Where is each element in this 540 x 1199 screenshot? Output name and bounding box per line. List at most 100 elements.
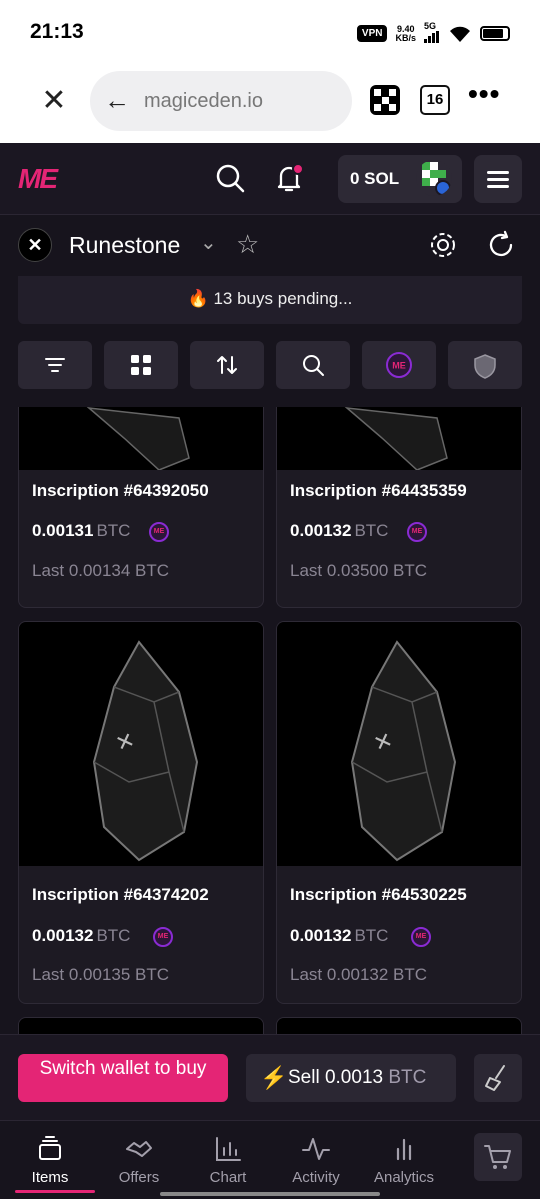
item-price-value: 0.00132 [290, 521, 352, 540]
item-price: 0.00132 BTC [290, 521, 388, 541]
item-name: Inscription #64435359 [290, 481, 467, 500]
extension-icon[interactable] [370, 85, 400, 115]
wifi-icon [450, 26, 470, 42]
sort-icon [217, 356, 237, 374]
filter-button[interactable] [18, 341, 92, 389]
wallet-avatar [416, 160, 452, 196]
magic-eden-logo[interactable]: ME [18, 163, 58, 195]
nav-activity[interactable]: Activity [271, 1121, 361, 1191]
refresh-icon[interactable] [486, 230, 516, 260]
search-icon[interactable] [213, 161, 247, 195]
item-last-price: Last 0.00134 BTC [32, 561, 170, 580]
grid-icon [131, 355, 151, 375]
item-card[interactable]: Inscription #64435359 0.00132 BTC ME Last… [276, 407, 522, 608]
status-icons: VPN 9.40 KB/s 5G [356, 22, 510, 45]
pending-buys-banner: 🔥 13 buys pending... [18, 276, 522, 324]
switch-wallet-button[interactable]: Switch wallet to buy [18, 1054, 228, 1102]
nav-items-label: Items [31, 1169, 69, 1186]
status-time: 21:13 [30, 20, 84, 43]
item-price-value: 0.00132 [290, 926, 352, 945]
item-price-currency: BTC [96, 926, 131, 945]
nav-offers[interactable]: Offers [94, 1121, 184, 1191]
vpn-icon: VPN [356, 25, 388, 42]
active-tab-indicator [15, 1190, 95, 1193]
magic-eden-icon: ME [153, 927, 173, 947]
search-items-button[interactable] [276, 341, 350, 389]
cart-button[interactable] [474, 1133, 522, 1181]
me-filter-button[interactable]: ME [362, 341, 436, 389]
search-icon [303, 355, 324, 376]
nav-offers-label: Offers [118, 1169, 160, 1186]
item-name: Inscription #64374202 [32, 885, 209, 904]
sweep-button[interactable] [474, 1054, 522, 1102]
item-image: ✕ [19, 622, 263, 866]
magic-eden-icon: ME [386, 352, 412, 378]
shield-icon [474, 354, 496, 379]
nav-chart-label: Chart [209, 1169, 247, 1186]
sell-button[interactable]: ⚡ Sell 0.0013 BTC [246, 1054, 456, 1102]
item-price-currency: BTC [96, 521, 131, 540]
more-icon[interactable]: ••• [468, 78, 500, 110]
switch-wallet-label: Switch wallet to buy [39, 1058, 207, 1079]
nav-chart[interactable]: Chart [183, 1121, 273, 1191]
nav-analytics[interactable]: Analytics [359, 1121, 449, 1191]
magic-eden-icon: ME [411, 927, 431, 947]
wallet-balance: 0 SOL [350, 169, 400, 188]
home-indicator [160, 1192, 380, 1196]
grid-view-button[interactable] [104, 341, 178, 389]
menu-button[interactable] [474, 155, 522, 203]
item-price: 0.00132 BTC [290, 926, 388, 946]
item-price-value: 0.00131 [32, 521, 94, 540]
url-text: magiceden.io [144, 90, 263, 112]
url-bar[interactable]: ← magiceden.io [90, 71, 352, 131]
star-icon[interactable]: ☆ [236, 229, 259, 260]
activity-icon [302, 1138, 330, 1160]
item-image [277, 407, 521, 470]
item-name: Inscription #64530225 [290, 885, 467, 904]
item-price-value: 0.00132 [32, 926, 94, 945]
nav-analytics-label: Analytics [373, 1169, 435, 1186]
item-card[interactable] [18, 1017, 264, 1034]
battery-icon [480, 26, 510, 41]
item-last-price: Last 0.00132 BTC [290, 965, 428, 984]
item-card[interactable]: ✕ Inscription #64530225 0.00132 BTC ME La… [276, 621, 522, 1004]
item-price-currency: BTC [354, 926, 389, 945]
lightning-icon: ⚡ [260, 1065, 288, 1090]
item-image [19, 1018, 263, 1034]
gear-icon[interactable] [428, 230, 458, 260]
wallet-button[interactable]: 0 SOL [338, 155, 462, 203]
item-price: 0.00131 BTC [32, 521, 130, 541]
back-arrow-icon[interactable]: ← [104, 85, 130, 116]
analytics-icon [396, 1138, 412, 1161]
item-card[interactable] [276, 1017, 522, 1034]
cart-icon [484, 1145, 511, 1169]
notification-dot [292, 163, 304, 175]
bottom-nav: Items Offers Chart Activity Analytics [0, 1120, 540, 1199]
tabs-button[interactable]: 16 [420, 85, 450, 115]
collection-name[interactable]: Runestone [69, 232, 180, 259]
signal-icon: 5G [424, 22, 440, 45]
handshake-icon [126, 1141, 152, 1157]
item-image [19, 407, 263, 470]
sell-currency: BTC [388, 1067, 427, 1088]
hamburger-line [487, 185, 509, 188]
magic-eden-icon: ME [407, 522, 427, 542]
shield-button[interactable] [448, 341, 522, 389]
svg-text:ME: ME [392, 361, 406, 371]
sort-button[interactable] [190, 341, 264, 389]
nav-items[interactable]: Items [5, 1121, 95, 1193]
item-card[interactable]: Inscription #64392050 0.00131 BTC ME Last… [18, 407, 264, 608]
close-icon[interactable]: ✕ [38, 86, 70, 118]
hamburger-line [487, 178, 509, 181]
status-bar: 21:13 VPN 9.40 KB/s 5G [0, 0, 540, 66]
fire-icon: 🔥 [187, 289, 209, 308]
collection-avatar: ✕ [18, 228, 52, 262]
item-name: Inscription #64392050 [32, 481, 209, 500]
item-last-price: Last 0.00135 BTC [32, 965, 170, 984]
pending-buys-text: 13 buys pending... [213, 289, 353, 308]
chevron-down-icon[interactable]: ⌄ [200, 230, 217, 255]
network-speed: 9.40 KB/s [395, 24, 416, 43]
filter-icon [45, 358, 65, 372]
items-grid: Inscription #64392050 0.00131 BTC ME Last… [0, 407, 540, 1034]
item-card[interactable]: ✕ Inscription #64374202 0.00132 BTC ME La… [18, 621, 264, 1004]
